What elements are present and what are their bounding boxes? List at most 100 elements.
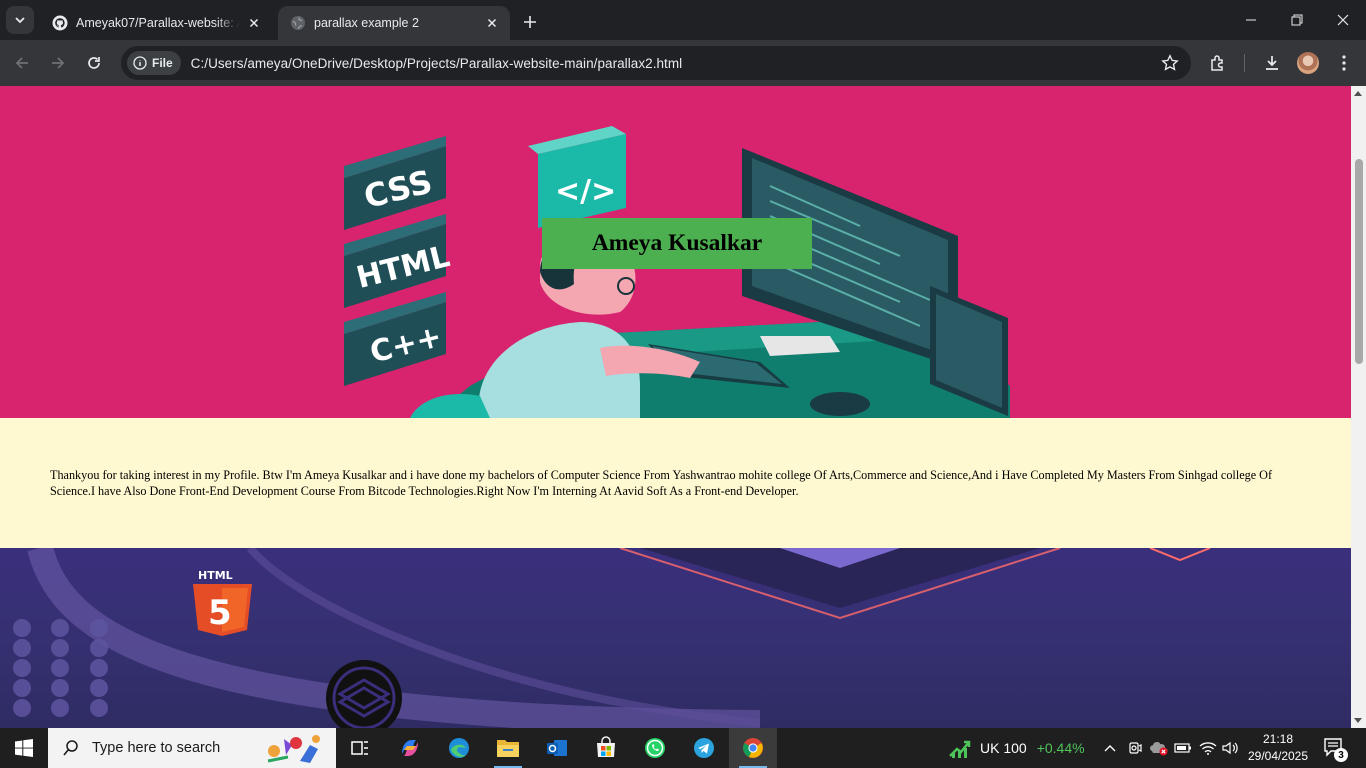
outlook-app[interactable] xyxy=(533,728,581,768)
telegram-icon xyxy=(694,738,714,758)
css-badge: CSS xyxy=(344,136,446,230)
restore-icon xyxy=(1291,14,1303,26)
page-viewport: CSS HTML C++ </> Ameya Kusalkar Thankyou… xyxy=(0,86,1351,728)
tab-parallax[interactable]: parallax example 2 xyxy=(278,6,510,40)
tab-github[interactable]: Ameyak07/Parallax-website: A p xyxy=(40,6,272,40)
clock-date: 29/04/2025 xyxy=(1247,749,1309,763)
forward-button[interactable] xyxy=(44,49,72,77)
globe-icon xyxy=(291,16,305,30)
code-cube-icon: </> xyxy=(528,126,626,228)
close-icon xyxy=(1337,14,1349,26)
more-vert-icon xyxy=(1342,55,1346,71)
clock-time: 21:18 xyxy=(1262,732,1294,746)
url-text[interactable]: C:/Users/ameya/OneDrive/Desktop/Projects… xyxy=(191,56,683,71)
wifi-icon xyxy=(1199,742,1217,755)
menu-button[interactable] xyxy=(1330,49,1358,77)
ticker-change: +0.44% xyxy=(1036,740,1085,756)
info-icon xyxy=(133,56,147,70)
hero-name-banner: Ameya Kusalkar xyxy=(542,218,812,269)
tray-volume[interactable] xyxy=(1219,728,1241,768)
search-placeholder: Type here to search xyxy=(92,740,221,756)
extensions-button[interactable] xyxy=(1204,49,1232,77)
chrome-app[interactable] xyxy=(729,728,777,768)
about-section: Thankyou for taking interest in my Profi… xyxy=(0,418,1351,548)
bookmark-star-icon[interactable] xyxy=(1161,54,1179,72)
cpp-badge: C++ xyxy=(344,292,446,386)
arrow-left-icon xyxy=(15,57,28,69)
scroll-thumb[interactable] xyxy=(1355,159,1363,364)
battery-icon xyxy=(1174,743,1191,753)
task-view-icon xyxy=(351,741,368,755)
github-icon xyxy=(52,15,68,31)
tray-meet-now[interactable] xyxy=(1124,728,1146,768)
taskbar-search[interactable]: Type here to search xyxy=(48,728,336,768)
reload-button[interactable] xyxy=(80,49,108,77)
close-icon[interactable] xyxy=(484,15,500,31)
hero-section: CSS HTML C++ </> Ameya Kusalkar xyxy=(0,86,1351,418)
scroll-up-arrow-icon[interactable] xyxy=(1354,91,1362,96)
codepen-logo-icon xyxy=(326,660,402,728)
download-icon xyxy=(1266,56,1278,70)
page-scrollbar[interactable] xyxy=(1351,86,1366,728)
tray-wifi[interactable] xyxy=(1197,728,1219,768)
html5-logo-icon: HTML 5 xyxy=(193,569,252,636)
task-view-button[interactable] xyxy=(336,728,384,768)
tray-onedrive[interactable] xyxy=(1147,728,1171,768)
site-info-chip[interactable]: File xyxy=(127,51,181,75)
stock-chart-icon xyxy=(949,740,971,758)
skills-section: HTML 5 xyxy=(0,548,1351,728)
tray-battery[interactable] xyxy=(1172,728,1194,768)
chrome-icon xyxy=(743,738,763,758)
tab-search-button[interactable] xyxy=(6,6,34,34)
camera-icon xyxy=(1129,742,1142,754)
store-icon xyxy=(597,736,615,757)
telegram-app[interactable] xyxy=(680,728,728,768)
start-button[interactable] xyxy=(0,728,48,768)
new-tab-button[interactable] xyxy=(518,10,542,34)
svg-text:</>: </> xyxy=(555,174,616,209)
copilot-icon xyxy=(402,740,418,756)
windows-logo-icon xyxy=(15,739,33,757)
skills-background-art: HTML 5 xyxy=(13,548,1211,728)
tab-strip: Ameyak07/Parallax-website: A p parallax … xyxy=(0,0,1366,40)
downloads-button[interactable] xyxy=(1258,49,1286,77)
search-icon xyxy=(63,740,78,756)
minimize-icon xyxy=(1246,19,1256,21)
restore-button[interactable] xyxy=(1274,0,1320,40)
reload-icon xyxy=(88,57,100,69)
close-icon[interactable] xyxy=(246,15,262,31)
search-highlight-illustration-icon xyxy=(267,735,320,763)
minimize-button[interactable] xyxy=(1228,0,1274,40)
security-chip-label: File xyxy=(152,56,173,70)
show-hidden-icons-button[interactable] xyxy=(1100,728,1120,768)
profile-avatar[interactable] xyxy=(1297,52,1319,74)
notification-count-badge: 3 xyxy=(1334,748,1348,762)
folder-icon xyxy=(497,740,519,757)
edge-app[interactable] xyxy=(435,728,483,768)
browser-toolbar: File C:/Users/ameya/OneDrive/Desktop/Pro… xyxy=(0,40,1366,86)
outlook-icon xyxy=(547,740,567,756)
arrow-right-icon xyxy=(52,57,65,69)
copilot-app[interactable] xyxy=(386,728,434,768)
scroll-down-arrow-icon[interactable] xyxy=(1354,718,1362,723)
back-button[interactable] xyxy=(8,49,36,77)
ticker-name: UK 100 xyxy=(980,740,1027,756)
whatsapp-app[interactable] xyxy=(631,728,679,768)
chevron-down-icon xyxy=(15,17,25,24)
puzzle-icon xyxy=(1211,55,1223,71)
address-bar[interactable]: File C:/Users/ameya/OneDrive/Desktop/Pro… xyxy=(121,46,1191,80)
html5-logo-digit: 5 xyxy=(208,593,232,633)
html5-logo-label: HTML xyxy=(198,569,233,582)
taskbar-clock[interactable]: 21:18 29/04/2025 xyxy=(1240,731,1316,765)
whatsapp-icon xyxy=(645,738,665,758)
speaker-icon xyxy=(1222,741,1238,755)
toolbar-divider xyxy=(1244,54,1245,72)
close-window-button[interactable] xyxy=(1320,0,1366,40)
microsoft-store-app[interactable] xyxy=(582,728,630,768)
tab-title: Ameyak07/Parallax-website: A p xyxy=(76,16,240,30)
stock-ticker-widget[interactable]: UK 100 +0.44% xyxy=(948,728,1085,768)
onedrive-error-icon xyxy=(1150,741,1168,756)
file-explorer-app[interactable] xyxy=(484,728,532,768)
plus-icon xyxy=(524,16,536,28)
about-paragraph: Thankyou for taking interest in my Profi… xyxy=(50,468,1273,498)
